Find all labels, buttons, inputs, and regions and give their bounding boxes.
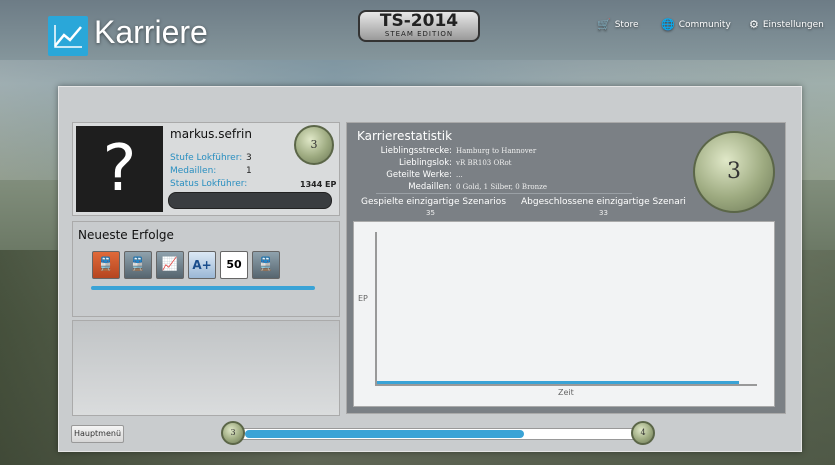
level-medal-small: 3 [294,125,334,165]
career-value-loco: vR BR103 ORot [456,159,512,167]
nav-settings-label: Einstellungen [762,19,824,30]
main-menu-button[interactable]: Hauptmenü [71,425,124,443]
achievements-title: Neueste Erfolge [78,228,174,242]
speed-limit-50-icon[interactable]: 50 [220,251,248,279]
stat-label-medals: Medaillen: [170,166,217,176]
career-label-medals: Medaillen: [408,182,452,192]
scenarios-played-label: Gespielte einzigartige Szenarios [361,197,507,207]
nav-settings[interactable]: ⚙ Einstellungen [749,18,824,31]
avatar[interactable]: ? [76,126,163,212]
ts-logo-title: TS-2014 [379,11,459,31]
cart-icon: 🛒 [597,18,611,31]
chart-y-label: EP [358,294,368,303]
stat-value-medals: 1 [246,166,252,176]
empty-panel [72,320,340,416]
career-value-route: Hamburg to Hannover [456,147,537,155]
chart-y-axis [375,232,377,385]
career-value-medals: 0 Gold, 1 Silber, 0 Bronze [456,183,547,191]
train-icon[interactable]: 🚆 [124,251,152,279]
level-progress-fill [245,430,524,438]
status-progress-bar [168,192,332,209]
nav-community[interactable]: 🌐 Community [661,18,731,31]
career-chart-icon [48,16,88,56]
chart-series-line [377,381,739,384]
nav-store-label: Store [614,19,639,30]
ep-value: 1344 EP [300,180,337,189]
career-value-shared: ... [456,171,463,179]
career-label-loco: Lieblingslok: [398,158,452,168]
ts-logo-subtitle: STEAM EDITION [384,30,454,38]
stat-value-level: 3 [246,153,252,163]
scenarios-played-value: 35 [426,209,435,217]
level-current-medal: 3 [221,421,245,445]
level-next-medal: 4 [631,421,655,445]
career-stats-title: Karrierestatistik [357,129,453,143]
level-medal-large: 3 [693,131,775,213]
train-icon[interactable]: 🚆 [252,251,280,279]
a-plus-icon[interactable]: A+ [188,251,216,279]
globe-icon: 🌐 [661,18,675,31]
app-title: Karriere [94,14,208,50]
achievements-scrollbar[interactable] [91,286,315,290]
gear-icon: ⚙ [749,18,759,31]
nav-community-label: Community [678,19,731,30]
chart-x-label: Zeit [558,388,574,397]
username: markus.sefrin [170,127,252,141]
nav-store[interactable]: 🛒 Store [597,18,639,31]
ts2014-logo: TS-2014 STEAM EDITION [358,10,480,42]
stat-label-status: Status Lokführer: [170,179,248,189]
career-label-route: Lieblingsstrecke: [380,146,452,156]
ep-chart [353,221,775,407]
stat-label-level: Stufe Lokführer: [170,153,243,163]
chart-icon[interactable]: 📈 [156,251,184,279]
scenarios-completed-value: 33 [599,209,608,217]
scenarios-completed-label: Abgeschlossene einzigartige Szenari [521,197,686,207]
career-label-shared: Geteilte Werke: [386,170,452,180]
chart-x-axis [375,384,757,386]
stats-divider [376,193,632,194]
train-icon[interactable]: 🚆 [92,251,120,279]
